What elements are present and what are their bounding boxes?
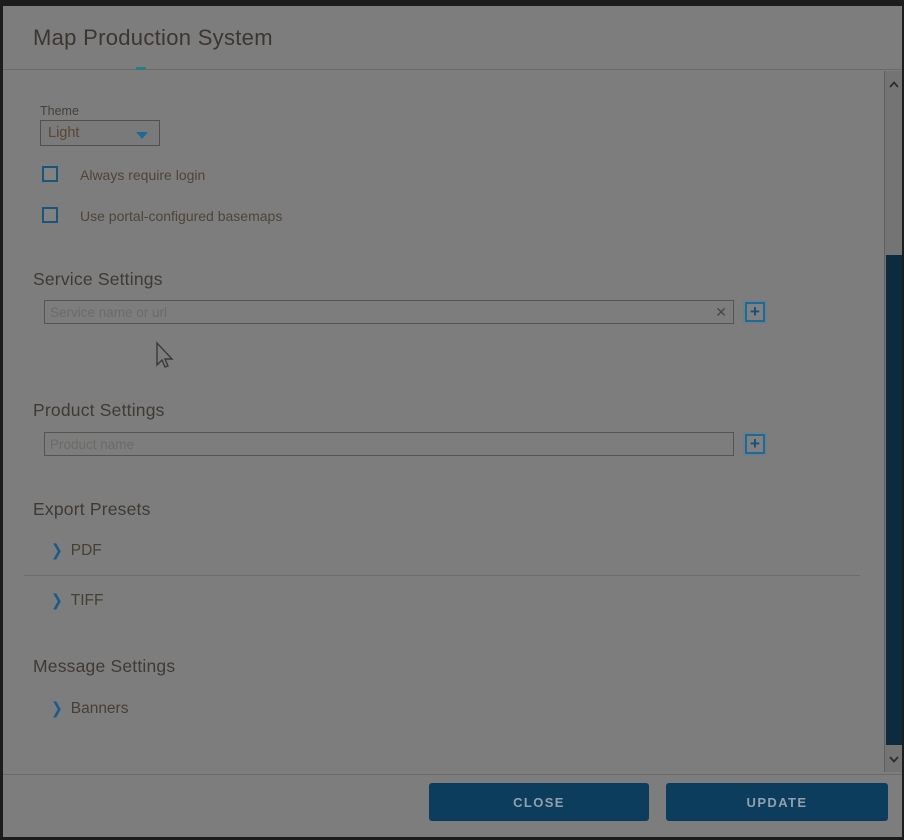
mouse-cursor (152, 340, 174, 372)
add-service-button[interactable]: + (745, 302, 765, 322)
vertical-scrollbar[interactable] (884, 71, 902, 772)
checkbox-require-login[interactable] (42, 166, 58, 182)
scroll-down-icon[interactable] (888, 753, 900, 765)
service-input-wrap: ✕ (44, 300, 734, 324)
dialog-header: Map Production System (3, 6, 902, 70)
add-product-button[interactable]: + (745, 434, 765, 454)
checkbox-portal-basemaps[interactable] (42, 207, 58, 223)
chevron-down-icon (136, 132, 148, 139)
scroll-up-icon[interactable] (888, 79, 900, 91)
divider (24, 575, 860, 576)
expand-row-label: Banners (71, 700, 129, 717)
expand-row-pdf[interactable]: ❯ PDF (51, 542, 102, 562)
export-presets-heading: Export Presets (33, 499, 151, 520)
update-button[interactable]: UPDATE (666, 783, 888, 821)
service-name-input[interactable] (44, 300, 734, 324)
product-settings-heading: Product Settings (33, 400, 165, 421)
expand-row-tiff[interactable]: ❯ TIFF (51, 592, 103, 612)
expand-row-label: TIFF (71, 592, 104, 609)
checkbox-label: Always require login (80, 167, 205, 183)
theme-label: Theme (40, 104, 79, 118)
close-button[interactable]: CLOSE (429, 783, 649, 821)
theme-select[interactable]: Light (40, 120, 160, 146)
checkbox-label: Use portal-configured basemaps (80, 208, 282, 224)
dialog-footer: CLOSE UPDATE (3, 774, 902, 837)
chevron-right-icon: ❯ (51, 591, 63, 611)
service-settings-heading: Service Settings (33, 269, 163, 290)
settings-dialog: Map Production System Theme Light Always… (3, 6, 902, 837)
app-screen: Map Production System Theme Light Always… (0, 0, 904, 840)
product-input-wrap (44, 432, 734, 456)
scrollbar-thumb[interactable] (886, 255, 902, 745)
clear-icon[interactable]: ✕ (715, 302, 727, 322)
chevron-right-icon: ❯ (51, 541, 63, 561)
chevron-right-icon: ❯ (51, 699, 63, 719)
expand-row-banners[interactable]: ❯ Banners (51, 700, 128, 720)
product-name-input[interactable] (44, 432, 734, 456)
dialog-title: Map Production System (33, 6, 273, 70)
expand-row-label: PDF (71, 542, 102, 559)
theme-select-value: Light (48, 125, 79, 141)
message-settings-heading: Message Settings (33, 656, 175, 677)
scrolled-content-remnant (136, 67, 146, 70)
